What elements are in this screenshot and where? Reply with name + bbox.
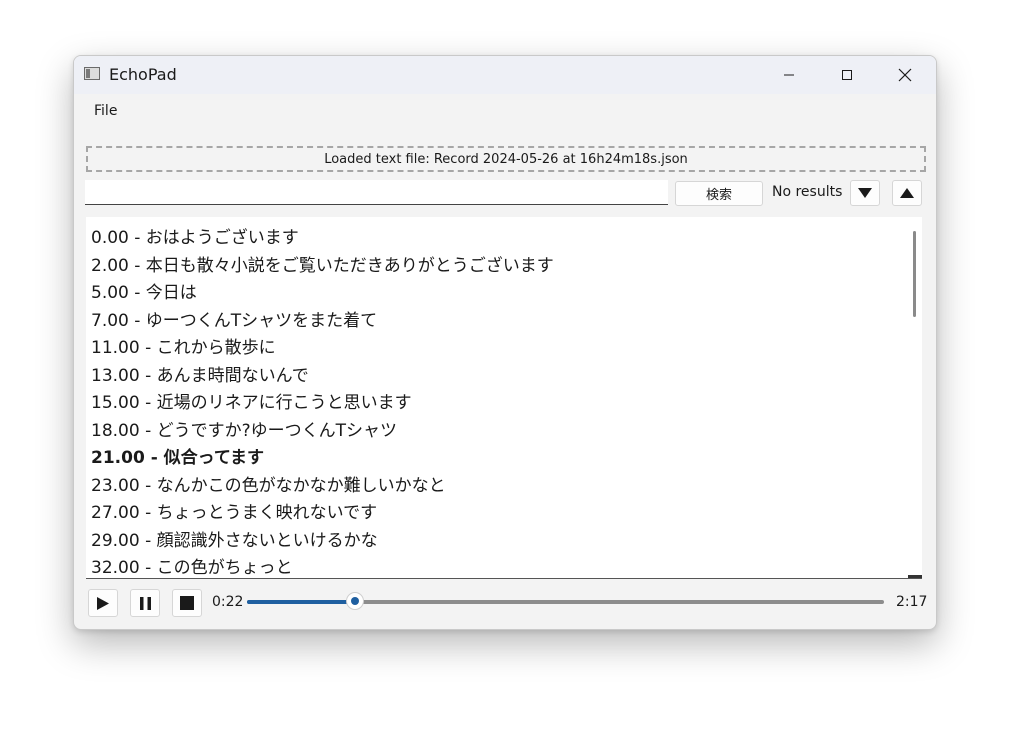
- play-button[interactable]: [88, 589, 118, 617]
- transcript-line[interactable]: 2.00 - 本日も散々小説をご覧いただきありがとうございます: [91, 251, 554, 276]
- current-time: 0:22: [212, 594, 244, 610]
- search-results-label: No results: [772, 184, 843, 200]
- title-bar[interactable]: EchoPad: [74, 56, 936, 94]
- transcript-line[interactable]: 18.00 - どうですか?ゆーつくんTシャツ: [91, 416, 397, 441]
- triangle-up-icon: [900, 188, 914, 198]
- window-title: EchoPad: [109, 65, 177, 84]
- close-button[interactable]: [876, 56, 934, 94]
- triangle-down-icon: [858, 188, 872, 198]
- minimize-button[interactable]: [760, 56, 818, 94]
- echopad-window: EchoPad File Loaded text file: Record 20…: [73, 55, 937, 630]
- stop-icon: [180, 596, 194, 610]
- maximize-button[interactable]: [818, 56, 876, 94]
- transcript-line[interactable]: 32.00 - この色がちょっと: [91, 553, 293, 578]
- search-button[interactable]: 検索: [675, 181, 763, 206]
- seek-slider-thumb[interactable]: [346, 592, 365, 610]
- pause-icon: [139, 596, 151, 610]
- pause-button[interactable]: [130, 589, 160, 617]
- transcript-line[interactable]: 29.00 - 顔認識外さないといけるかな: [91, 526, 378, 551]
- app-icon: [84, 67, 100, 80]
- scroll-corner: [908, 575, 922, 578]
- total-time: 2:17: [896, 594, 928, 610]
- minimize-icon: [784, 74, 794, 76]
- loaded-file-status: Loaded text file: Record 2024-05-26 at 1…: [86, 146, 926, 172]
- menu-bar: File: [74, 94, 936, 130]
- seek-slider[interactable]: [247, 592, 884, 610]
- play-icon: [97, 596, 109, 610]
- seek-slider-fill: [247, 600, 356, 604]
- transcript-line[interactable]: 21.00 - 似合ってます: [91, 443, 264, 468]
- loaded-file-text: Loaded text file: Record 2024-05-26 at 1…: [324, 151, 688, 167]
- transcript-line[interactable]: 27.00 - ちょっとうまく映れないです: [91, 498, 377, 523]
- transcript-line[interactable]: 23.00 - なんかこの色がなかなか難しいかなと: [91, 471, 446, 496]
- transcript-line[interactable]: 7.00 - ゆーつくんTシャツをまた着て: [91, 306, 377, 331]
- transcript-line[interactable]: 0.00 - おはようございます: [91, 223, 299, 248]
- search-input[interactable]: [85, 180, 668, 205]
- maximize-icon: [842, 70, 852, 80]
- menu-file[interactable]: File: [94, 103, 117, 119]
- vertical-scrollbar[interactable]: [913, 231, 916, 317]
- previous-result-button[interactable]: [892, 180, 922, 206]
- transcript-view[interactable]: 0.00 - おはようございます 2.00 - 本日も散々小説をご覧いただきありが…: [86, 217, 922, 579]
- close-icon: [898, 68, 912, 82]
- transcript-line[interactable]: 11.00 - これから散歩に: [91, 333, 276, 358]
- stop-button[interactable]: [172, 589, 202, 617]
- transcript-line[interactable]: 13.00 - あんま時間ないんで: [91, 361, 309, 386]
- transcript-line[interactable]: 15.00 - 近場のリネアに行こうと思います: [91, 388, 412, 413]
- next-result-button[interactable]: [850, 180, 880, 206]
- transcript-line[interactable]: 5.00 - 今日は: [91, 278, 197, 303]
